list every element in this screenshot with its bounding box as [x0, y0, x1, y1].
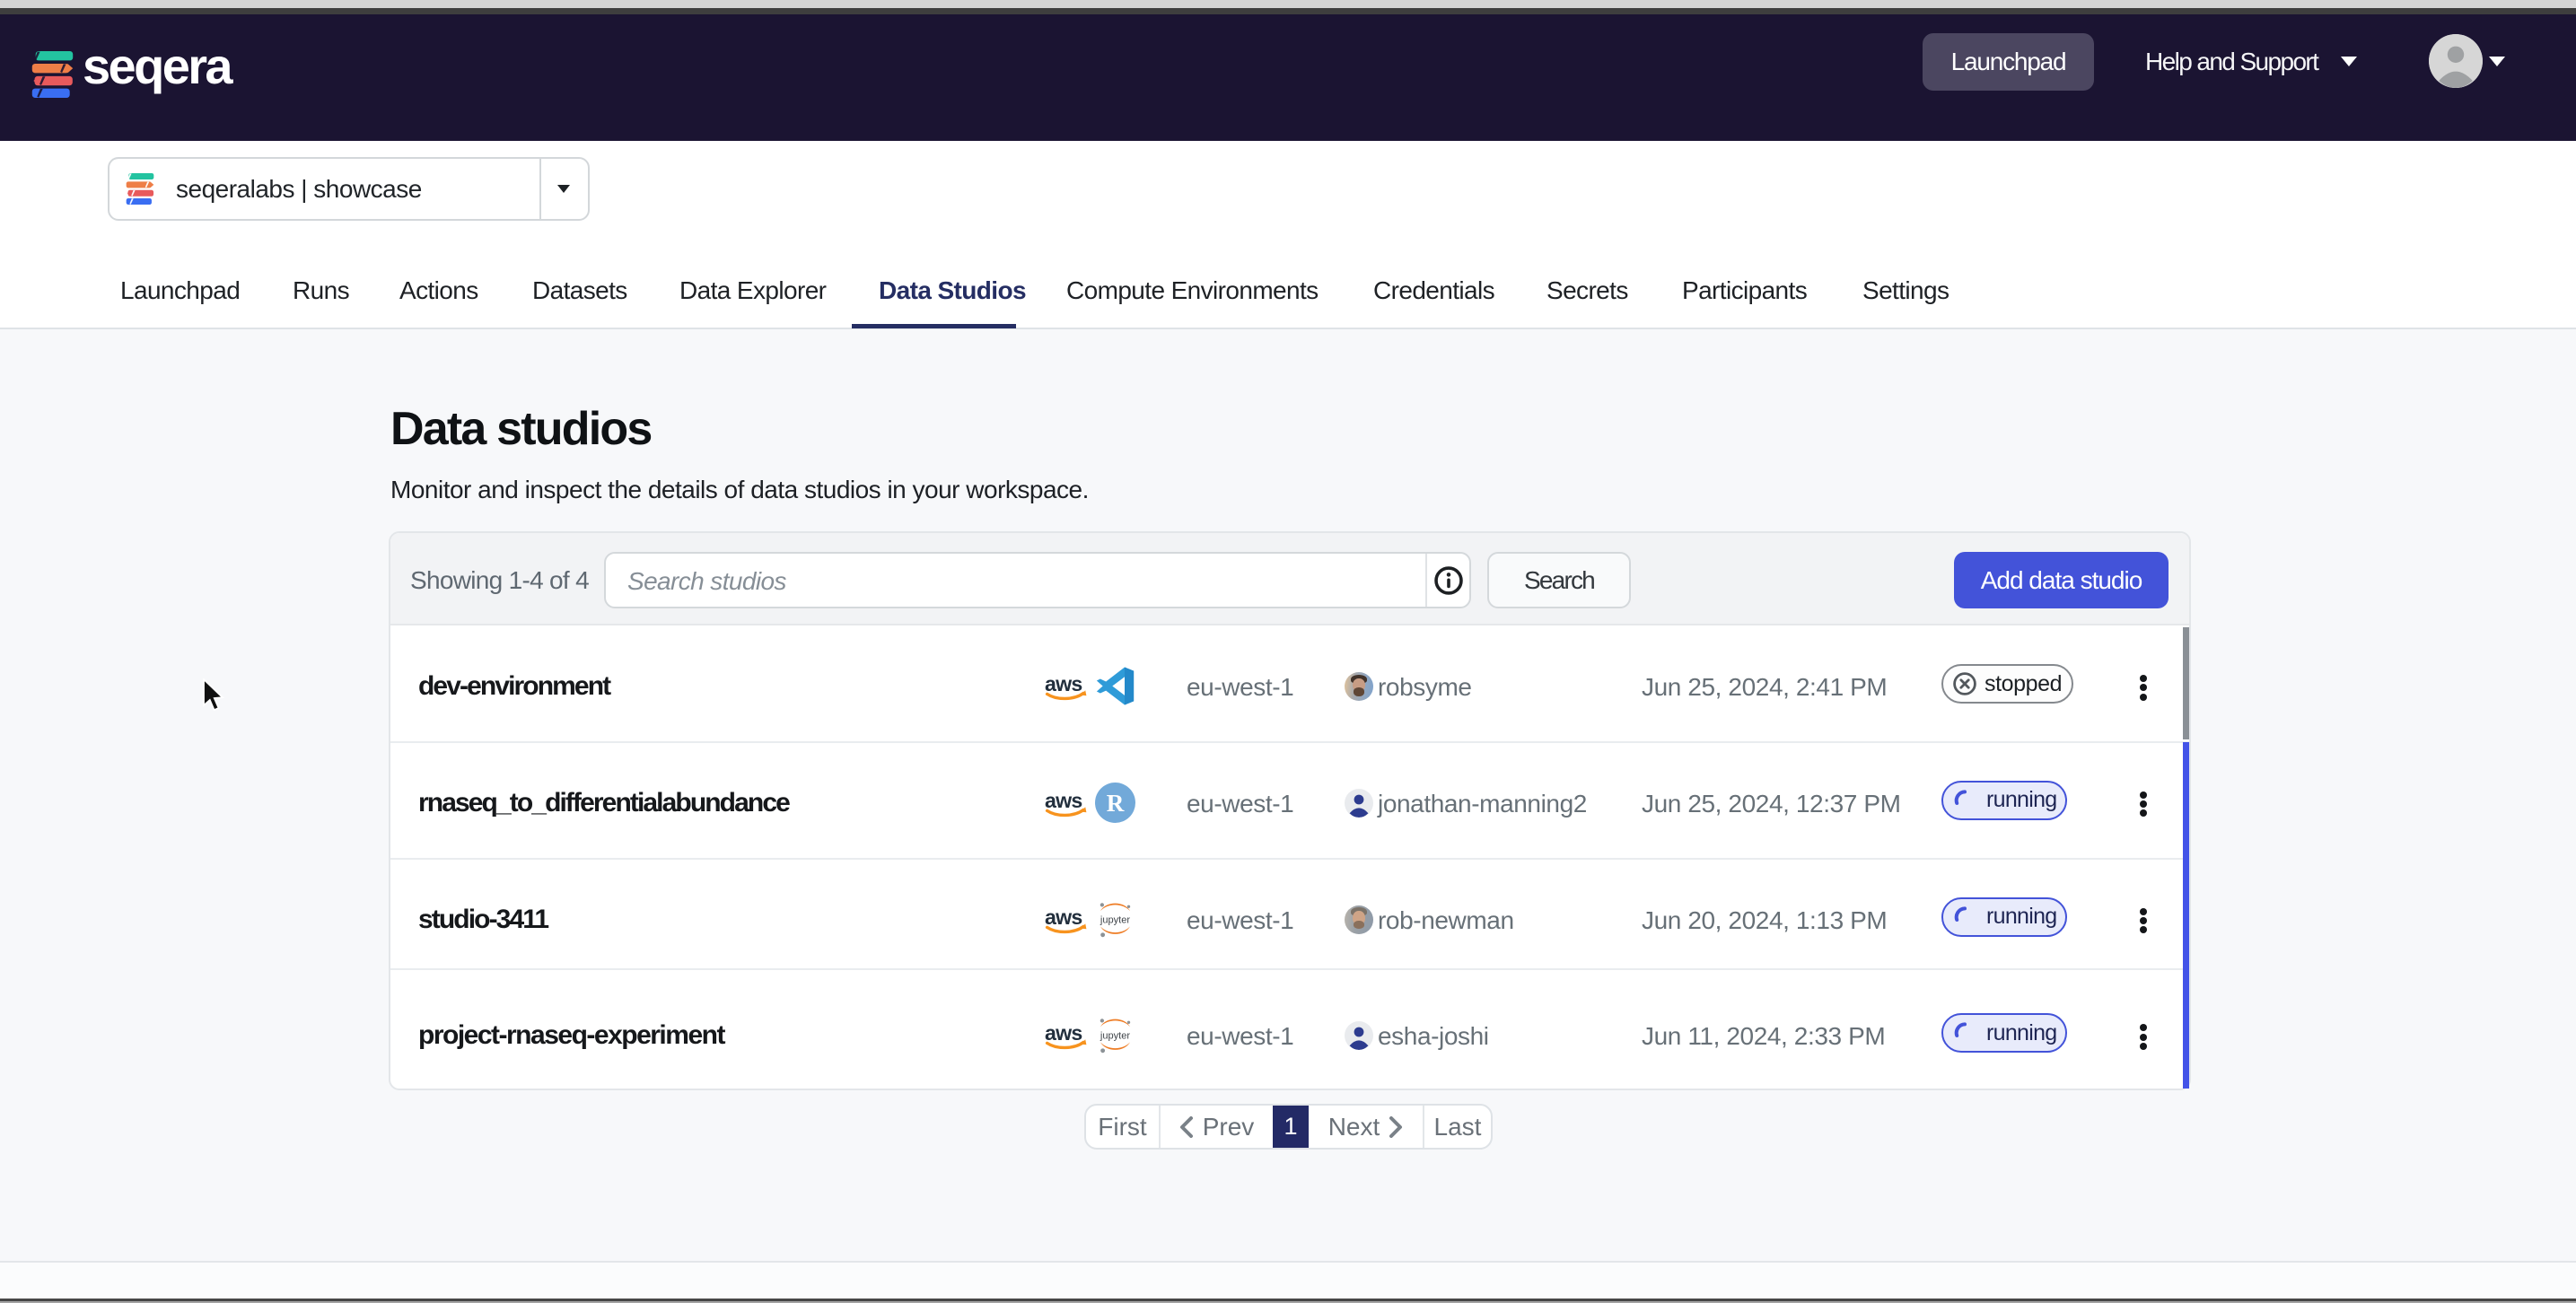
svg-text:aws: aws: [1045, 906, 1082, 929]
svg-text:jupyter: jupyter: [1100, 1031, 1130, 1042]
svg-text:aws: aws: [1045, 673, 1082, 695]
svg-text:jupyter: jupyter: [1100, 914, 1130, 925]
svg-text:aws: aws: [1045, 790, 1082, 812]
svg-text:aws: aws: [1045, 1022, 1082, 1045]
svg-text:R: R: [1107, 790, 1125, 817]
